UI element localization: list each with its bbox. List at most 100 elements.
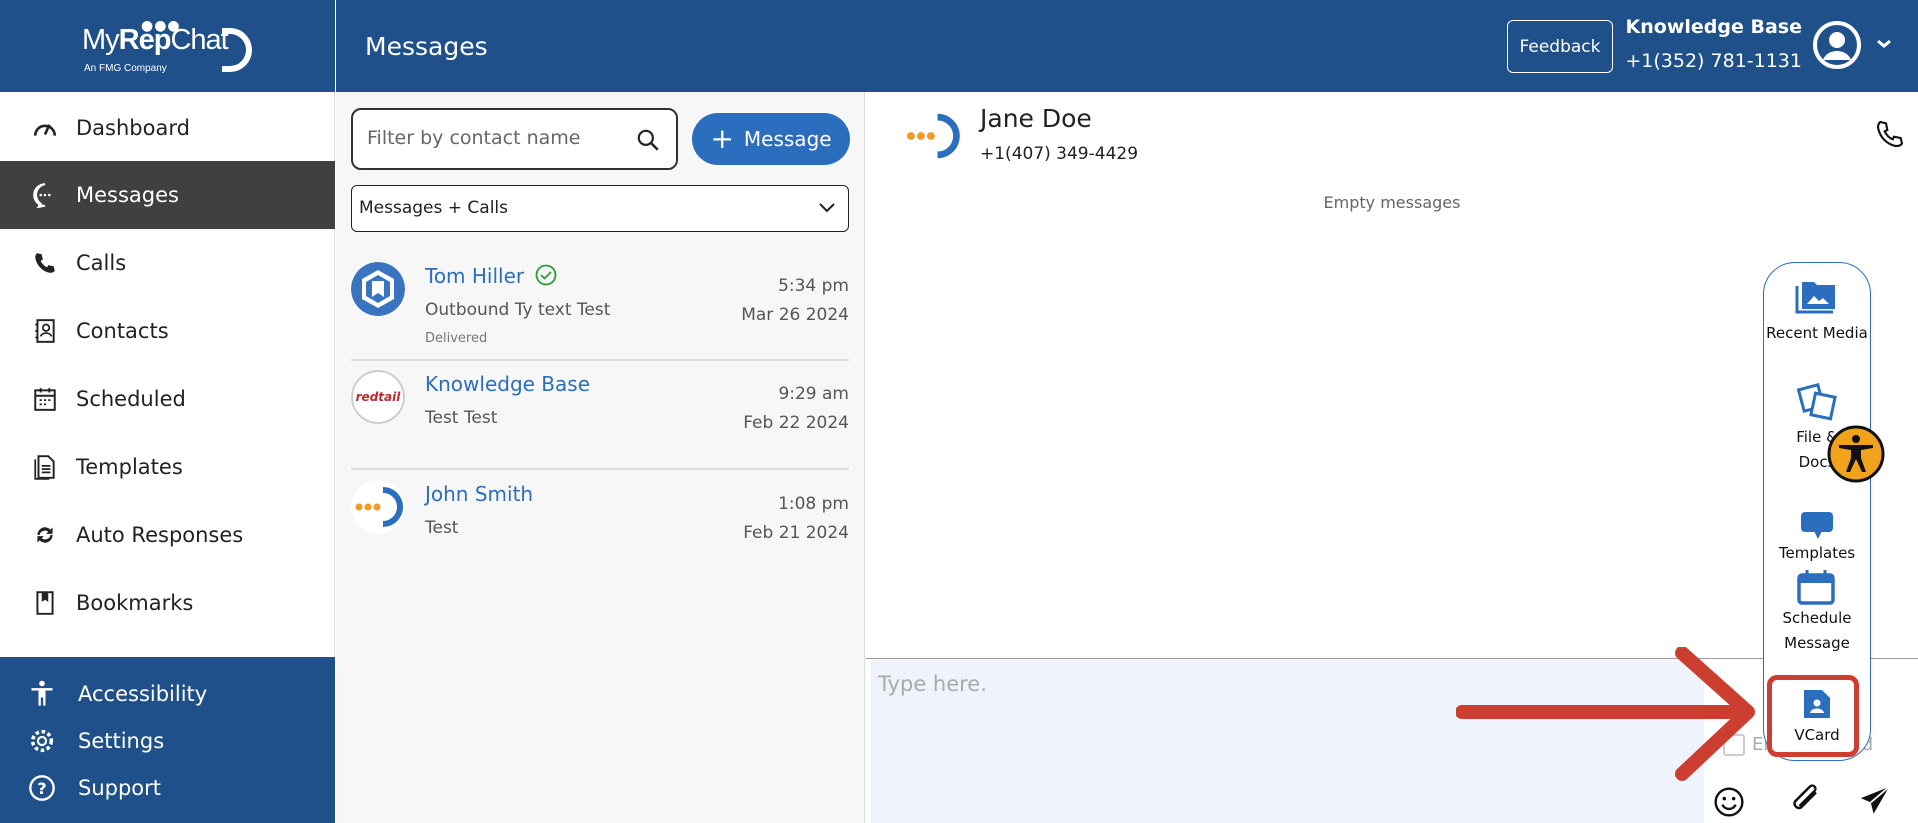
logo-bracket <box>222 28 252 72</box>
sidebar-item-label: Support <box>78 776 162 800</box>
filter-value: Messages + Calls <box>359 198 509 218</box>
media-gallery-icon <box>1795 282 1835 314</box>
sidebar-item-scheduled[interactable]: Scheduled <box>0 365 335 433</box>
sidebar-item-support[interactable]: ? Support <box>0 765 335 811</box>
contact-name: Knowledge Base <box>425 372 590 396</box>
user-name: Knowledge Base <box>1625 16 1802 38</box>
new-message-label: Message <box>743 127 832 151</box>
tool-vcard[interactable]: VCard <box>1764 723 1870 748</box>
phone-icon <box>35 253 55 273</box>
sidebar-item-accessibility[interactable]: Accessibility <box>0 671 335 717</box>
message-preview: Test Test <box>425 408 498 428</box>
sidebar-item-bookmarks[interactable]: Bookmarks <box>0 569 335 637</box>
composer-divider <box>866 658 1918 659</box>
contact-book-icon <box>35 319 55 343</box>
message-time: 1:08 pm <box>778 494 849 514</box>
search-placeholder: Filter by contact name <box>367 127 581 149</box>
sidebar-item-calls[interactable]: Calls <box>0 229 335 297</box>
chat-bubble-icon <box>33 183 51 208</box>
empty-messages-text: Empty messages <box>1323 193 1461 212</box>
plus-icon: + <box>710 122 734 155</box>
gauge-icon <box>33 124 57 136</box>
contact-avatar <box>351 480 405 534</box>
message-time: 5:34 pm <box>778 276 849 296</box>
accessibility-icon <box>31 680 53 706</box>
conversation-item[interactable]: John Smith Test 1:08 pm Feb 21 2024 <box>351 468 849 576</box>
accessibility-widget-icon[interactable] <box>1827 425 1885 483</box>
sidebar-item-label: Calls <box>76 251 127 275</box>
chevron-down-icon[interactable] <box>1876 38 1892 50</box>
contact-name: John Smith <box>425 482 534 506</box>
logo[interactable]: MyRepChat ●●● An FMG Company <box>0 0 335 92</box>
calendar-icon <box>34 388 56 411</box>
logo-tagline: An FMG Company <box>84 63 167 74</box>
filter-select[interactable]: Messages + Calls <box>351 185 849 232</box>
sidebar-item-templates[interactable]: Templates <box>0 433 335 501</box>
chat-pane: Jane Doe +1(407) 349-4429 Empty messages… <box>866 92 1918 823</box>
contact-avatar <box>351 262 405 316</box>
tool-schedule-message[interactable]: Schedule Message <box>1764 606 1870 656</box>
sidebar-item-label: Bookmarks <box>76 591 194 615</box>
verified-check-icon <box>535 264 556 286</box>
chat-contact-name: Jane Doe <box>980 104 1092 133</box>
page-title: Messages <box>365 32 488 61</box>
vcard-icon <box>1804 690 1830 718</box>
svg-text:?: ? <box>37 779 46 798</box>
contact-avatar <box>907 113 960 159</box>
message-time: 9:29 am <box>778 384 849 404</box>
message-preview: Test <box>425 518 459 538</box>
tool-recent-media[interactable]: Recent Media <box>1764 321 1870 346</box>
annotation-arrow <box>1456 647 1755 781</box>
sidebar-item-label: Settings <box>78 729 165 753</box>
sidebar-item-label: Dashboard <box>76 116 190 140</box>
message-preview: Outbound Ty text Test <box>425 300 611 320</box>
conversation-item[interactable]: redtail Knowledge Base Test Test 9:29 am… <box>351 358 849 466</box>
conversation-list-panel: Filter by contact name + Message Messages… <box>336 92 865 823</box>
message-date: Feb 21 2024 <box>743 523 849 543</box>
calendar-icon <box>1797 570 1835 605</box>
sidebar-footer: Accessibility Settings ? Support <box>0 657 335 823</box>
sidebar-item-auto-responses[interactable]: Auto Responses <box>0 501 335 569</box>
sidebar-item-label: Contacts <box>76 319 169 343</box>
sidebar-item-label: Auto Responses <box>76 523 244 547</box>
conversation-item[interactable]: Tom Hiller Outbound Ty text Test Deliver… <box>351 250 849 358</box>
top-bar: Messages Feedback Knowledge Base +1(352)… <box>336 0 1918 92</box>
feedback-button[interactable]: Feedback <box>1507 20 1613 73</box>
attachment-menu: Recent Media File & Docs Templates Sched… <box>1763 262 1871 761</box>
message-date: Mar 26 2024 <box>741 305 849 325</box>
chevron-down-icon <box>819 203 835 213</box>
tool-templates[interactable]: Templates <box>1764 541 1870 566</box>
bookmark-icon <box>36 591 54 615</box>
new-message-button[interactable]: + Message <box>692 113 850 165</box>
contact-avatar: redtail <box>351 370 405 424</box>
sidebar-item-label: Accessibility <box>78 682 208 706</box>
send-icon[interactable] <box>1858 784 1892 818</box>
sidebar-item-contacts[interactable]: Contacts <box>0 297 335 365</box>
svg-text:redtail: redtail <box>356 390 402 404</box>
help-icon: ? <box>29 775 55 801</box>
search-icon[interactable] <box>635 127 661 153</box>
sidebar-item-messages[interactable]: Messages <box>0 161 335 229</box>
logo-dots: ●●● <box>141 18 181 34</box>
user-phone: +1(352) 781-1131 <box>1625 50 1802 72</box>
sidebar-item-label: Scheduled <box>76 387 186 411</box>
input-placeholder: Type here. <box>878 672 987 696</box>
sidebar-item-label: Templates <box>76 455 183 479</box>
sidebar-item-settings[interactable]: Settings <box>0 718 335 764</box>
sidebar-item-label: Messages <box>76 183 179 207</box>
phone-icon[interactable] <box>1874 118 1906 150</box>
avatar[interactable] <box>1812 20 1862 70</box>
document-icon <box>34 455 55 480</box>
chat-contact-phone: +1(407) 349-4429 <box>980 144 1139 164</box>
logo-text: My <box>82 24 120 56</box>
refresh-icon <box>37 527 53 543</box>
contact-name: Tom Hiller <box>425 264 557 288</box>
paperclip-icon[interactable] <box>1786 782 1822 818</box>
emoji-icon[interactable] <box>1713 786 1745 818</box>
sidebar-item-dashboard[interactable]: Dashboard <box>0 94 335 162</box>
search-input[interactable]: Filter by contact name <box>351 108 678 170</box>
message-date: Feb 22 2024 <box>743 413 849 433</box>
chat-template-icon <box>1801 512 1833 539</box>
gear-icon <box>30 729 54 753</box>
files-icon <box>1797 383 1837 421</box>
